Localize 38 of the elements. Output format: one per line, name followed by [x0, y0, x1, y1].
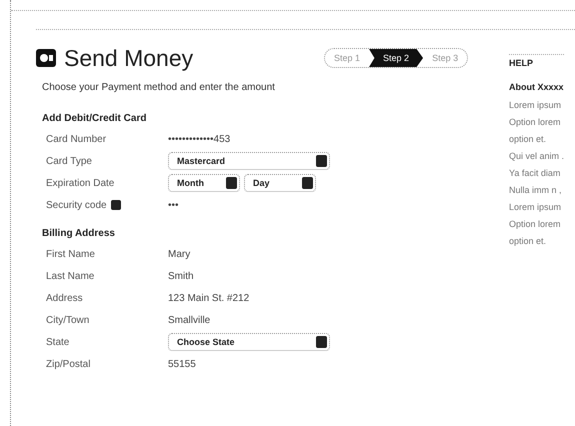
- help-text: Lorem ipsum: [509, 99, 562, 112]
- field-value: 55155: [168, 358, 196, 370]
- dropdown[interactable]: Choose State: [168, 333, 330, 351]
- field-value: Smith: [168, 270, 194, 282]
- dropdown[interactable]: Month: [168, 174, 240, 192]
- step-tab[interactable]: Step 2: [369, 49, 424, 67]
- help-title: HELP: [509, 54, 564, 68]
- field-value: •••: [168, 200, 179, 210]
- help-text: Option lorem: [509, 116, 562, 129]
- field-value: •••••••••••••453: [168, 134, 230, 144]
- field-label: Security code: [46, 200, 107, 210]
- section-heading: Billing Address: [42, 228, 116, 239]
- money-icon: [36, 49, 56, 67]
- help-heading: About Xxxxx: [509, 82, 564, 92]
- field-label: Last Name: [46, 270, 94, 282]
- field-label: Card Number: [46, 134, 106, 144]
- dropdown[interactable]: Day: [244, 174, 316, 192]
- field-label: Expiration Date: [46, 178, 114, 188]
- field-value: 123 Main St. #212: [168, 292, 250, 304]
- help-text: Nulla imm n ,: [509, 184, 563, 197]
- field-label: Address: [46, 292, 83, 304]
- field-label: Zip/Postal: [46, 358, 90, 370]
- dropdown[interactable]: Mastercard: [168, 152, 330, 170]
- subtitle: Choose your Payment method and enter the amount: [42, 82, 276, 93]
- help-text: Ya facit diam: [509, 167, 562, 180]
- help-text: option et.: [509, 133, 548, 146]
- field-label: City/Town: [46, 314, 90, 326]
- section-heading: Add Debit/Credit Card: [42, 113, 148, 124]
- help-text: Option lorem: [509, 218, 562, 231]
- field-label: First Name: [46, 248, 95, 260]
- field-value: Smallville: [168, 314, 210, 326]
- page-title: Send Money: [64, 44, 194, 72]
- help-text: Qui vel anim .: [509, 150, 564, 163]
- help-text: option et.: [509, 235, 548, 248]
- field-label: Card Type: [46, 156, 92, 166]
- field-label: State: [46, 336, 70, 348]
- field-value: Mary: [168, 248, 190, 260]
- help-text: Lorem ipsum: [509, 201, 562, 214]
